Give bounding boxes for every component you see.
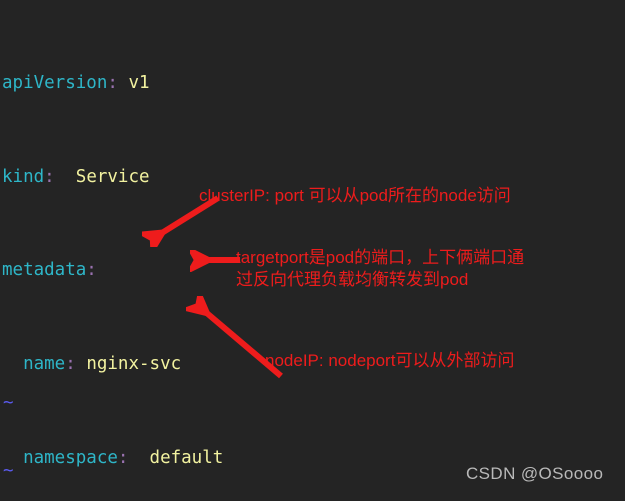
yaml-colon: : xyxy=(117,447,129,468)
yaml-value: nginx-svc xyxy=(86,354,182,375)
annotation-targetport: targetport是pod的端口，上下俩端口通 过反向代理负载均衡转发到pod xyxy=(236,248,525,289)
tilde-marker: ~ xyxy=(3,460,14,481)
yaml-value: Service xyxy=(75,166,150,187)
yaml-colon: : xyxy=(86,260,97,281)
yaml-key: kind xyxy=(2,166,45,187)
annotation-nodeip: nodeIP: nodeport可以从外部访问 xyxy=(265,351,515,370)
watermark: CSDN @OSoooo xyxy=(466,464,604,483)
tilde-marker: ~ xyxy=(3,393,14,414)
yaml-key: apiVersion xyxy=(2,73,108,94)
yaml-key: metadata xyxy=(2,260,87,281)
terminal-screen: apiVersion: v1 kind: Service metadata: n… xyxy=(0,0,625,501)
yaml-value: default xyxy=(149,447,224,468)
vim-empty-line-markers: ~ ~ ~ ~ ~ ~ ~ xyxy=(3,347,45,501)
yaml-colon: : xyxy=(44,166,55,187)
yaml-value: v1 xyxy=(128,73,150,94)
code-line: apiVersion: v1 xyxy=(2,72,625,95)
yaml-colon: : xyxy=(107,73,118,94)
annotation-clusterip: clusterIP: port 可以从pod所在的node访问 xyxy=(199,186,511,205)
yaml-colon: : xyxy=(65,354,76,375)
